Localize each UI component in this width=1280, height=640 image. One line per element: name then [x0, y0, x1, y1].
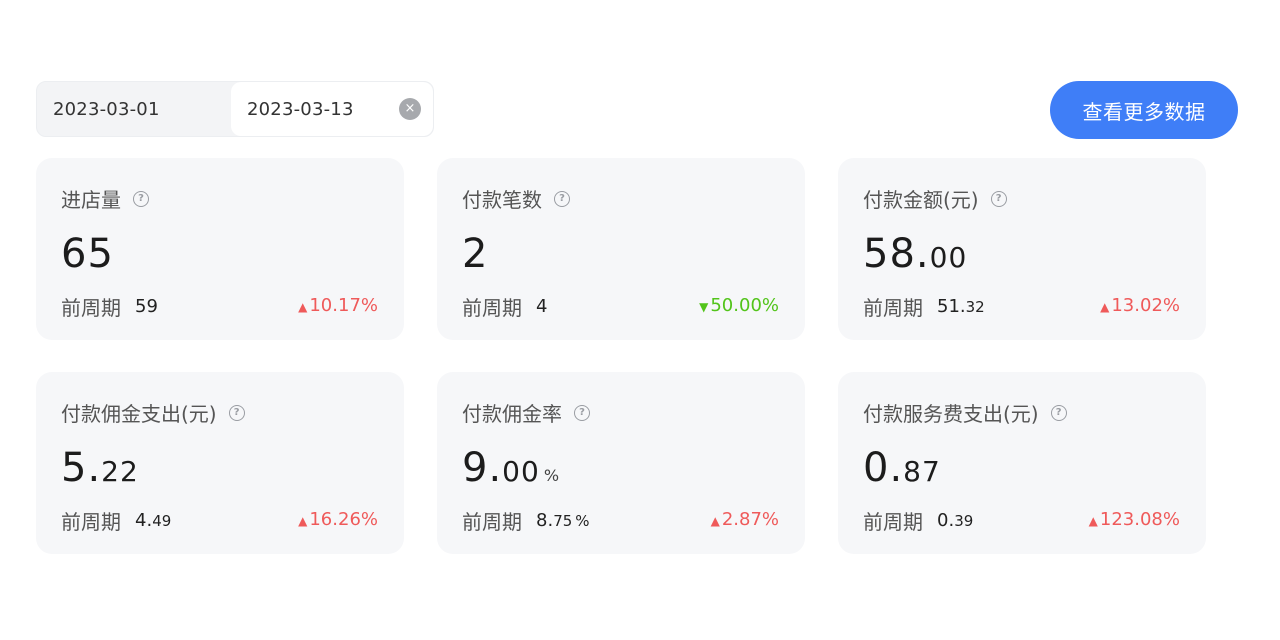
previous-period-row: 前周期 0.39 ▲ 123.08% [863, 507, 1180, 534]
metric-value: 65 [61, 230, 118, 286]
value-integer: 58. [863, 231, 930, 277]
metric-title: 付款服务费支出(元) [863, 402, 1039, 426]
card-header: 付款佣金支出(元) ? [61, 398, 245, 427]
metric-title: 付款佣金率 [462, 402, 562, 426]
change-indicator: ▲ 16.26% [298, 507, 378, 534]
previous-period-row: 前周期 4.49 ▲ 16.26% [61, 507, 378, 534]
card-header: 付款佣金率 ? [462, 398, 590, 427]
prev-integer: 0. [937, 509, 955, 531]
prev-integer: 51. [937, 295, 966, 317]
metric-card-payment-amount: 付款金额(元) ? 58.00 前周期 51.32 ▲ 13.02% [838, 158, 1206, 340]
help-icon[interactable]: ? [133, 190, 149, 207]
value-integer: 2 [462, 231, 489, 277]
change-percent: 16.26% [309, 509, 378, 530]
metric-card-commission-expense: 付款佣金支出(元) ? 5.22 前周期 4.49 ▲ 16.26% [36, 372, 404, 554]
change-indicator: ▲ 13.02% [1100, 293, 1180, 320]
metric-value: 2 [462, 230, 492, 286]
prev-integer: 59 [135, 295, 158, 317]
help-icon[interactable]: ? [574, 404, 590, 421]
metric-value: 0.87 [863, 444, 945, 500]
arrow-up-icon: ▲ [298, 514, 308, 528]
start-date-input[interactable]: 2023-03-01 [37, 82, 231, 136]
prev-unit: % [575, 511, 590, 530]
previous-period-label: 前周期 [462, 295, 522, 320]
value-integer: 5. [61, 445, 102, 491]
change-percent: 10.17% [309, 295, 378, 316]
prev-decimal: 75 [553, 511, 573, 530]
value-integer: 9. [462, 445, 503, 491]
value-decimal: 87 [903, 455, 941, 488]
previous-period-value: 4.49 [135, 510, 174, 531]
metric-card-payment-count: 付款笔数 ? 2 前周期 4 ▼ 50.00% [437, 158, 805, 340]
prev-integer: 4 [536, 295, 548, 317]
change-percent: 13.02% [1111, 295, 1180, 316]
previous-period-value: 59 [135, 296, 161, 317]
metric-card-commission-rate: 付款佣金率 ? 9.00% 前周期 8.75% ▲ 2.87% [437, 372, 805, 554]
arrow-up-icon: ▲ [1100, 300, 1110, 314]
metric-value: 5.22 [61, 444, 143, 500]
prev-decimal: 39 [954, 511, 974, 530]
value-integer: 0. [863, 445, 904, 491]
help-icon[interactable]: ? [554, 190, 570, 207]
previous-period-label: 前周期 [462, 509, 522, 534]
arrow-down-icon: ▼ [699, 300, 709, 314]
previous-period-label: 前周期 [61, 509, 121, 534]
card-header: 进店量 ? [61, 184, 149, 213]
arrow-up-icon: ▲ [710, 514, 720, 528]
prev-decimal: 49 [152, 511, 172, 530]
previous-period-label: 前周期 [61, 295, 121, 320]
card-header: 付款服务费支出(元) ? [863, 398, 1067, 427]
metric-value: 58.00 [863, 230, 971, 286]
previous-period-row: 前周期 4 ▼ 50.00% [462, 293, 779, 320]
previous-period-value: 0.39 [937, 510, 976, 531]
prev-integer: 4. [135, 509, 153, 531]
metric-title: 进店量 [61, 188, 121, 212]
previous-period-label: 前周期 [863, 509, 923, 534]
value-decimal: 22 [101, 455, 139, 488]
end-date-input[interactable]: 2023-03-13 × [231, 82, 433, 136]
arrow-up-icon: ▲ [1088, 514, 1098, 528]
previous-period-value: 4 [536, 296, 550, 317]
previous-period-label: 前周期 [863, 295, 923, 320]
card-header: 付款金额(元) ? [863, 184, 1007, 213]
help-icon[interactable]: ? [228, 404, 245, 421]
value-unit: % [543, 466, 561, 485]
change-indicator: ▲ 10.17% [298, 293, 378, 320]
help-icon[interactable]: ? [1050, 404, 1067, 421]
metric-title: 付款笔数 [462, 188, 542, 212]
date-range-picker[interactable]: 2023-03-01 2023-03-13 × [36, 81, 434, 137]
change-indicator: ▲ 123.08% [1089, 507, 1180, 534]
change-percent: 2.87% [721, 509, 779, 530]
previous-period-value: 51.32 [937, 296, 988, 317]
previous-period-row: 前周期 8.75% ▲ 2.87% [462, 507, 779, 534]
metric-card-visits: 进店量 ? 65 前周期 59 ▲ 10.17% [36, 158, 404, 340]
view-more-data-button[interactable]: 查看更多数据 [1050, 81, 1238, 139]
end-date-value: 2023-03-13 [247, 98, 354, 120]
previous-period-row: 前周期 51.32 ▲ 13.02% [863, 293, 1180, 320]
change-percent: 123.08% [1099, 509, 1180, 530]
change-indicator: ▼ 50.00% [699, 293, 779, 320]
change-percent: 50.00% [710, 295, 779, 316]
previous-period-row: 前周期 59 ▲ 10.17% [61, 293, 378, 320]
value-decimal: 00 [929, 241, 968, 274]
previous-period-value: 8.75% [536, 510, 590, 531]
metric-card-service-fee-expense: 付款服务费支出(元) ? 0.87 前周期 0.39 ▲ 123.08% [838, 372, 1206, 554]
change-indicator: ▲ 2.87% [711, 507, 779, 534]
metric-title: 付款佣金支出(元) [61, 402, 217, 426]
metric-title: 付款金额(元) [863, 188, 979, 212]
arrow-up-icon: ▲ [298, 300, 308, 314]
card-header: 付款笔数 ? [462, 184, 570, 213]
help-icon[interactable]: ? [990, 190, 1007, 207]
prev-integer: 8. [536, 509, 554, 531]
value-decimal: 00 [502, 455, 540, 488]
metric-value: 9.00% [462, 444, 560, 500]
prev-decimal: 32 [965, 297, 985, 316]
value-integer: 65 [61, 231, 114, 277]
clear-date-icon[interactable]: × [399, 98, 421, 120]
